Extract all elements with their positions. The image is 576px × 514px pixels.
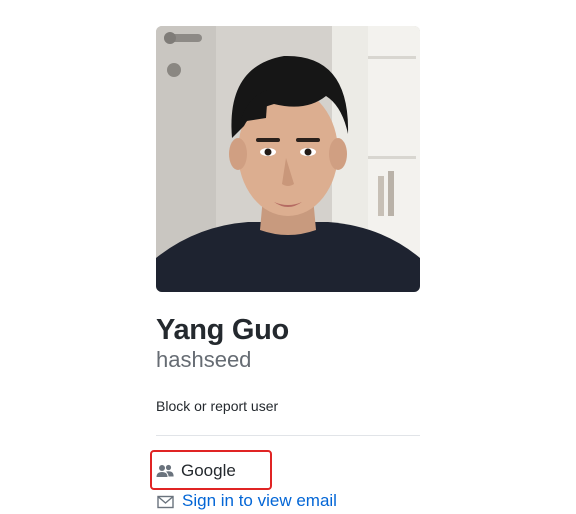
divider [156,435,420,436]
organization-row: Google [156,460,236,482]
organization-name: Google [181,461,236,480]
sign-in-email-link[interactable]: Sign in to view email [182,491,337,511]
email-row: Sign in to view email [157,490,337,512]
mail-icon [157,494,174,509]
profile-full-name: Yang Guo [156,314,289,346]
profile-username: hashseed [156,347,252,372]
profile-photo [156,26,420,292]
block-report-link[interactable]: Block or report user [156,397,278,415]
people-icon [156,463,174,479]
avatar[interactable] [156,26,420,292]
